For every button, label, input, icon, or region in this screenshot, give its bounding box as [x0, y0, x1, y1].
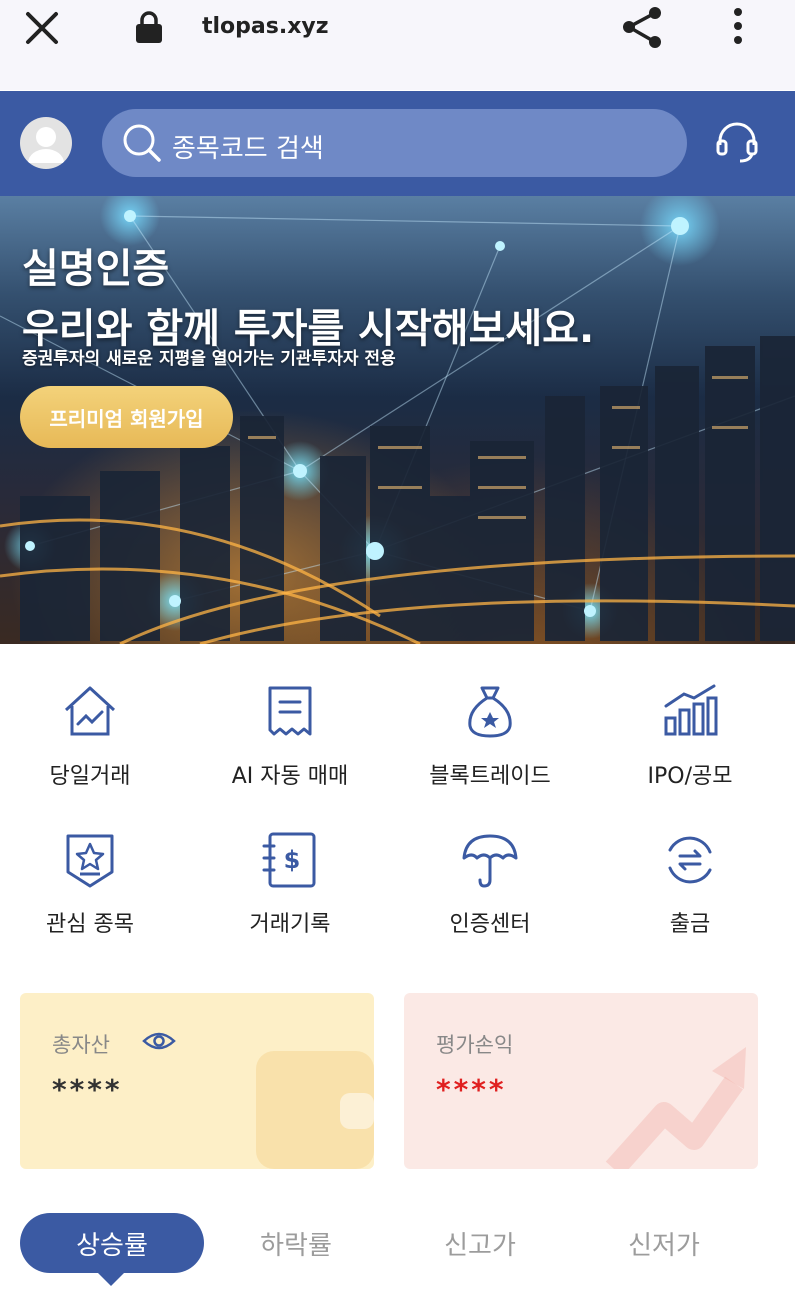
- menu-item-withdraw[interactable]: 출금: [600, 830, 780, 960]
- tab-rising-rate[interactable]: 상승률: [20, 1213, 204, 1273]
- umbrella-icon: [462, 834, 518, 888]
- menu-item-label: AI 자동 매매: [231, 764, 349, 789]
- eye-icon[interactable]: [142, 1027, 176, 1055]
- total-assets-title: 총자산: [52, 1033, 110, 1057]
- hero-title-line1: 실명인증: [22, 246, 170, 292]
- menu-item-verification-center[interactable]: 인증센터: [400, 830, 580, 960]
- menu-item-label: 거래기록: [249, 912, 331, 937]
- exchange-icon: [668, 836, 712, 884]
- search-placeholder: 종목코드 검색: [172, 134, 324, 164]
- total-assets-card[interactable]: 총자산 ****: [20, 993, 374, 1169]
- menu-item-label: 당일거래: [49, 764, 131, 789]
- menu-item-ipo[interactable]: IPO/공모: [600, 682, 780, 812]
- bar-chart-icon: [664, 684, 718, 736]
- menu-item-label: 블록트레이드: [429, 764, 551, 789]
- browser-toolbar: tlopas.xyz: [0, 0, 795, 90]
- hero-subtitle: 증권투자의 새로운 지평을 열어가는 기관투자자 전용: [22, 349, 396, 369]
- tab-falling-rate[interactable]: 하락률: [204, 1213, 388, 1273]
- tab-new-high[interactable]: 신고가: [388, 1213, 572, 1273]
- total-assets-value: ****: [52, 1073, 123, 1106]
- menu-item-label: 관심 종목: [46, 912, 134, 937]
- star-badge-icon: [66, 834, 114, 888]
- profit-loss-card[interactable]: 평가손익 ****: [404, 993, 758, 1169]
- more-vertical-icon[interactable]: [726, 6, 750, 50]
- menu-item-day-trading[interactable]: 당일거래: [0, 682, 180, 812]
- ranking-tabs: 상승률 하락률 신고가 신저가: [0, 1210, 795, 1311]
- share-icon[interactable]: [620, 4, 666, 50]
- active-tab-indicator: [97, 1272, 125, 1286]
- menu-item-watchlist[interactable]: 관심 종목: [0, 830, 180, 960]
- wallet-icon: [256, 1051, 374, 1169]
- search-icon: [123, 124, 161, 162]
- menu-item-label: 인증센터: [449, 912, 531, 937]
- avatar[interactable]: [20, 117, 72, 169]
- profit-loss-value: ****: [436, 1073, 507, 1106]
- app-header: 종목코드 검색: [0, 91, 795, 196]
- menu-item-block-trade[interactable]: 블록트레이드: [400, 682, 580, 812]
- svg-text:$: $: [284, 846, 301, 874]
- url-text[interactable]: tlopas.xyz: [202, 14, 329, 39]
- close-icon[interactable]: [24, 10, 60, 46]
- menu-item-ai-auto-trading[interactable]: AI 자동 매매: [200, 682, 380, 812]
- receipt-icon: [268, 686, 312, 736]
- headset-icon[interactable]: [714, 119, 760, 165]
- house-chart-icon: [64, 686, 116, 736]
- search-bar[interactable]: 종목코드 검색: [102, 109, 687, 177]
- profit-loss-title: 평가손익: [436, 1033, 514, 1057]
- quick-menu: 당일거래 AI 자동 매매 블록트레이드 IPO/공모 관심 종목 $ 거래기록…: [0, 644, 795, 964]
- ledger-dollar-icon: $: [262, 832, 316, 888]
- tab-new-low[interactable]: 신저가: [572, 1213, 756, 1273]
- trend-up-icon: [605, 1047, 746, 1169]
- money-bag-icon: [468, 686, 512, 738]
- menu-item-label: 출금: [669, 912, 711, 937]
- hero-banner[interactable]: 실명인증 우리와 함께 투자를 시작해보세요. 증권투자의 새로운 지평을 열어…: [0, 196, 795, 644]
- lock-icon: [136, 11, 162, 43]
- menu-item-label: IPO/공모: [647, 764, 733, 789]
- premium-signup-button[interactable]: 프리미엄 회원가입: [20, 386, 233, 448]
- menu-item-trade-history[interactable]: $ 거래기록: [200, 830, 380, 960]
